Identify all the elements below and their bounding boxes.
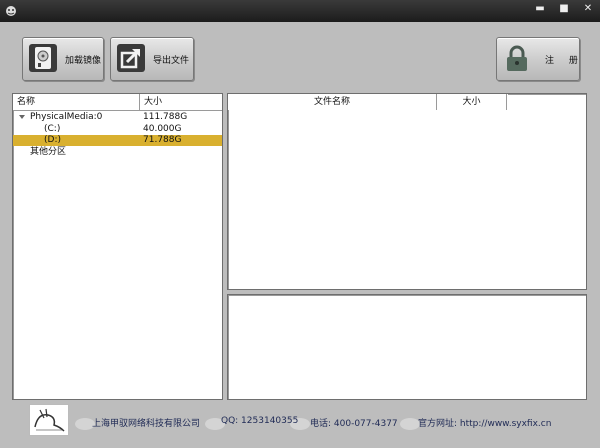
tree-row-drive-d[interactable]: (D:) 71.788G <box>13 135 222 146</box>
company-logo <box>29 404 69 436</box>
tree-row-name: (D:) <box>44 135 61 145</box>
load-image-button[interactable]: 加载镜像 <box>22 37 104 81</box>
footer-company: 上海甲驭网络科技有限公司 <box>92 419 201 429</box>
expand-arrow-icon[interactable] <box>19 115 25 119</box>
footer-phone: 电话: 400-077-4377 <box>310 419 398 429</box>
load-image-label: 加载镜像 <box>65 56 102 66</box>
log-panel[interactable] <box>227 294 587 400</box>
minimize-button[interactable]: ▬ <box>528 0 552 20</box>
tree-row-physical-media[interactable]: PhysicalMedia:0 111.788G <box>13 112 222 123</box>
tree-row-size: 111.788G <box>143 112 188 122</box>
tree-header-name[interactable]: 名称 <box>13 94 140 110</box>
tree-row-size: 71.788G <box>143 135 182 145</box>
file-header-name[interactable]: 文件名称 <box>228 94 437 110</box>
partition-tree-panel[interactable]: 名称 大小 PhysicalMedia:0 111.788G (C:) 40.0… <box>12 93 223 400</box>
title-bar[interactable]: ▬ ■ ✕ <box>0 0 600 22</box>
tree-row-name: PhysicalMedia:0 <box>30 112 103 122</box>
export-file-label: 导出文件 <box>153 56 190 66</box>
app-window: ▬ ■ ✕ 加载镜像 导出文件 注 册 名称 大小 PhysicalMedia:… <box>0 0 600 448</box>
tree-header-size[interactable]: 大小 <box>140 94 222 110</box>
export-arrow-icon <box>117 44 145 72</box>
close-button[interactable]: ✕ <box>576 0 600 20</box>
app-icon <box>6 6 16 16</box>
file-list-header: 文件名称 大小 <box>228 94 508 110</box>
toolbar: 加载镜像 导出文件 注 册 <box>0 22 600 92</box>
maximize-button[interactable]: ■ <box>552 0 576 20</box>
footer-decoration <box>400 418 420 430</box>
footer-qq: QQ: 1253140355 <box>221 416 299 426</box>
tree-header: 名称 大小 <box>13 94 222 111</box>
register-button[interactable]: 注 册 <box>496 37 580 81</box>
file-header-size[interactable]: 大小 <box>437 94 507 110</box>
tree-row-name: 其他分区 <box>30 147 67 157</box>
export-file-button[interactable]: 导出文件 <box>110 37 194 81</box>
tree-row-name: (C:) <box>44 124 61 134</box>
tree-row-other-partitions[interactable]: 其他分区 <box>13 147 222 158</box>
hard-disk-icon <box>29 44 57 72</box>
footer-website: 官方网址: http://www.syxfix.cn <box>418 419 552 429</box>
register-label: 注 册 <box>545 56 584 66</box>
file-list-panel[interactable]: 文件名称 大小 <box>227 93 587 290</box>
padlock-icon <box>507 45 527 71</box>
tree-row-drive-c[interactable]: (C:) 40.000G <box>13 124 222 135</box>
tree-row-size: 40.000G <box>143 124 182 134</box>
